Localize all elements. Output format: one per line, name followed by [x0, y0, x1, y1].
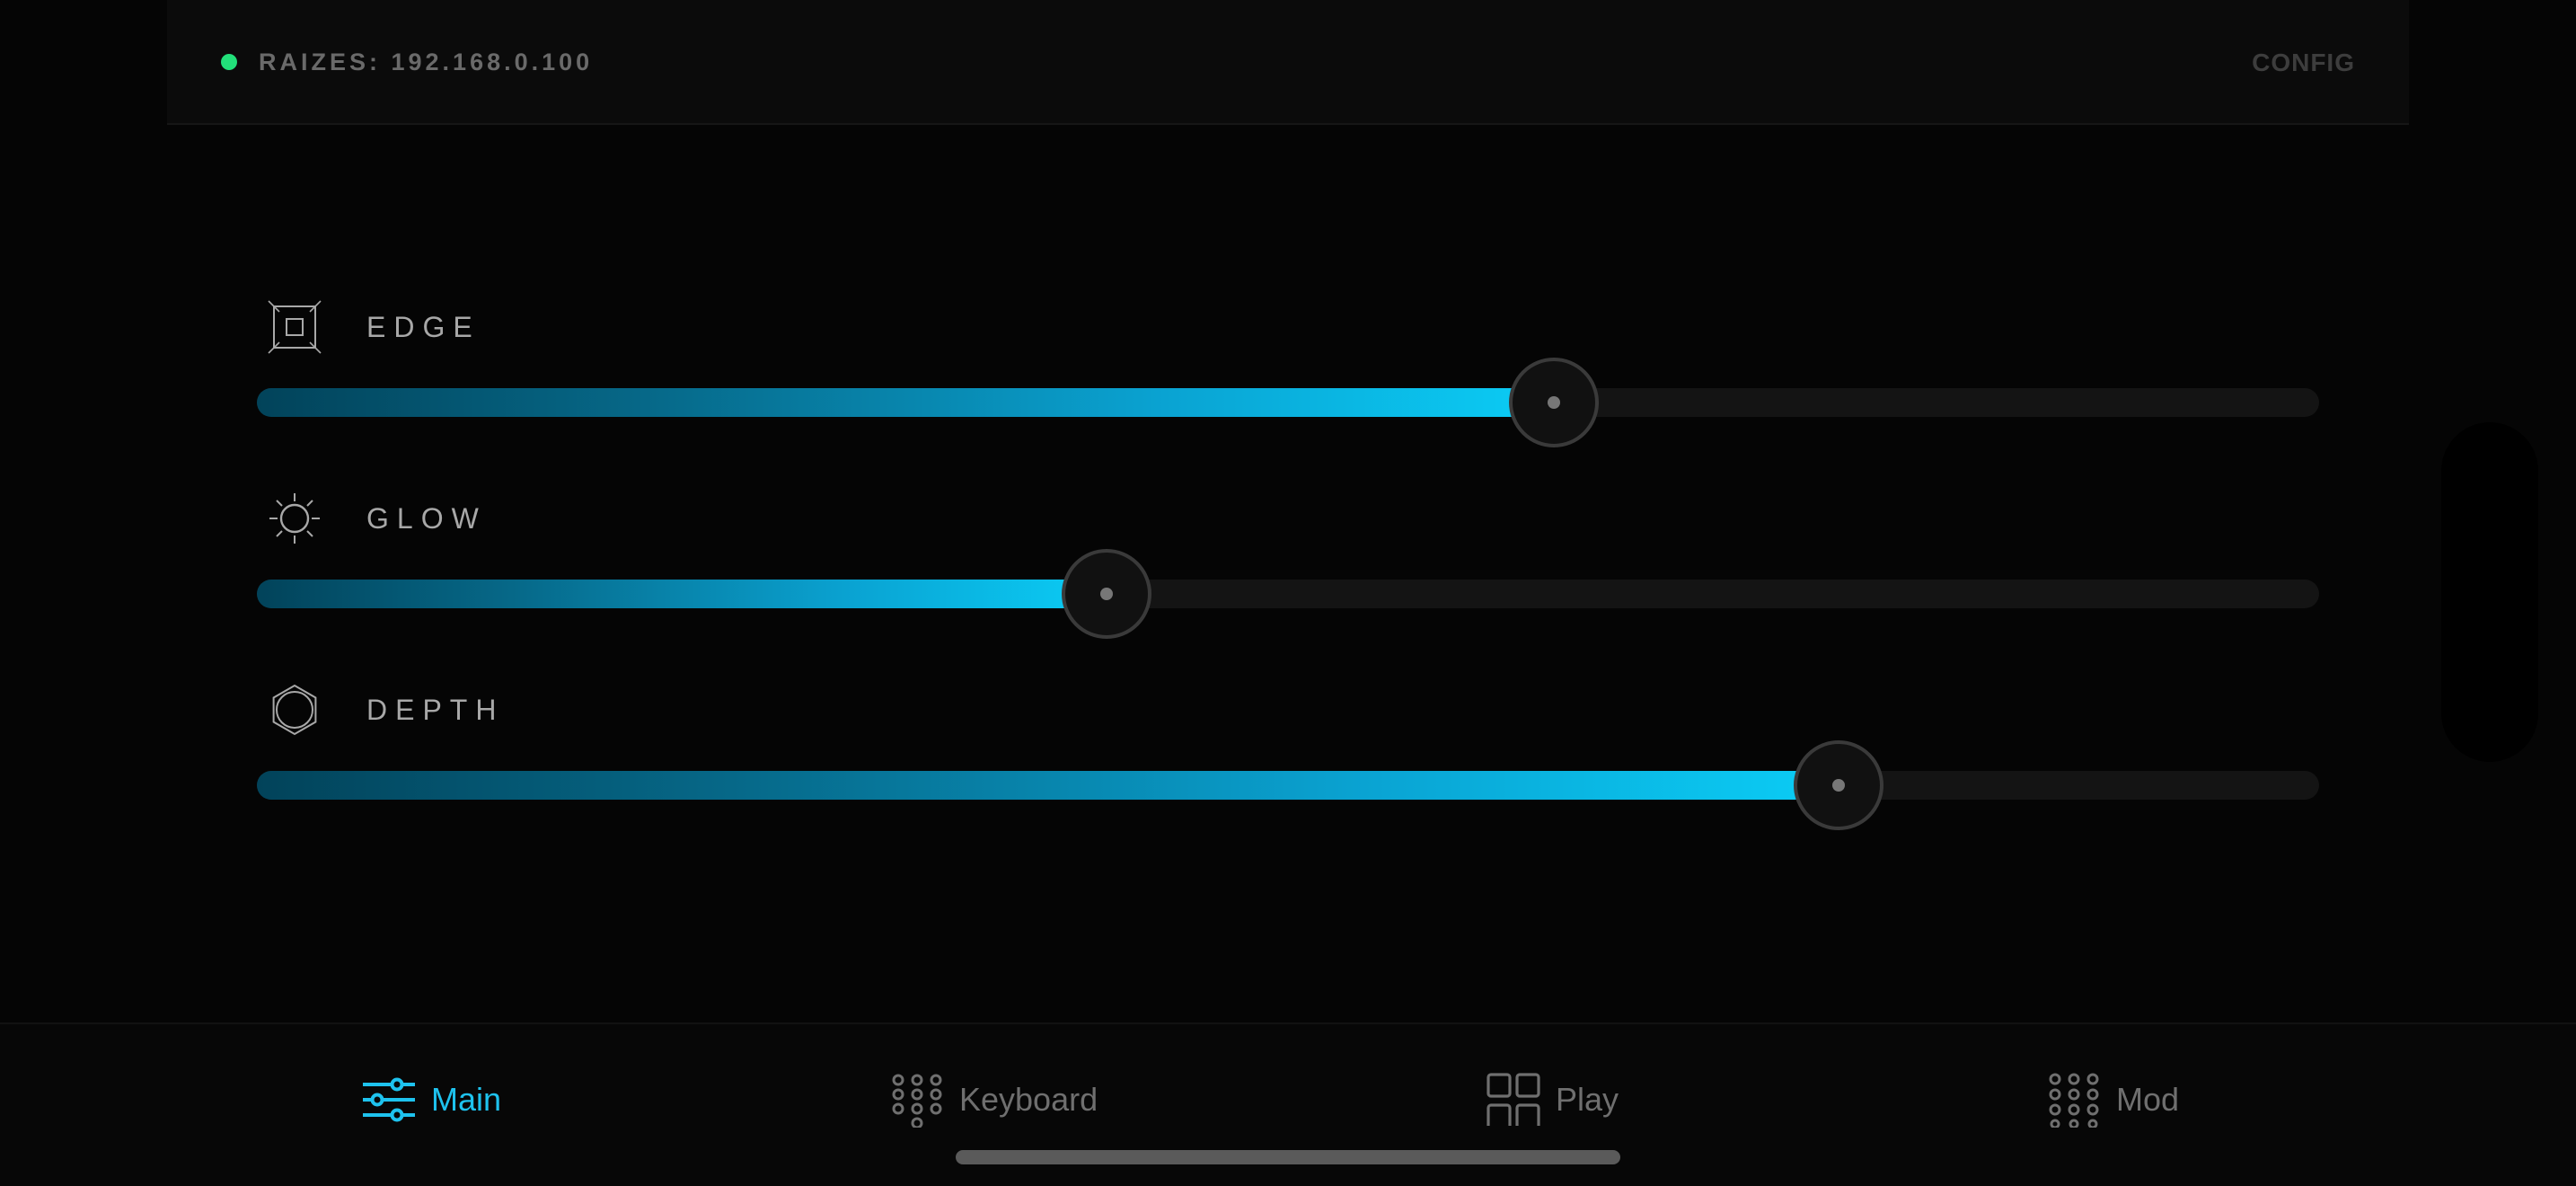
- glow-label: GLOW: [366, 502, 487, 535]
- tab-keyboard-label: Keyboard: [959, 1081, 1098, 1118]
- config-button[interactable]: CONFIG: [2252, 49, 2355, 77]
- tab-mod-label: Mod: [2116, 1081, 2180, 1118]
- app-screen: RAIZES: 192.168.0.100 CONFIG EDGE GLOW D…: [0, 0, 2576, 1186]
- tab-keyboard[interactable]: Keyboard: [889, 1071, 1098, 1128]
- square-frame-icon: [268, 300, 322, 354]
- home-indicator: [956, 1150, 1620, 1164]
- glow-slider-fill: [257, 580, 1107, 608]
- grid-icon: [1486, 1073, 1540, 1126]
- sliders-icon: [363, 1077, 415, 1122]
- tab-main-label: Main: [431, 1081, 502, 1118]
- keypad-icon: [892, 1074, 942, 1128]
- depth-slider-track[interactable]: [257, 740, 2319, 830]
- hexagon-icon: [272, 684, 317, 736]
- depth-slider-fill: [257, 771, 1839, 800]
- tab-mod[interactable]: Mod: [2046, 1071, 2179, 1128]
- tab-play[interactable]: Play: [1486, 1071, 1619, 1128]
- connection-label: RAIZES: 192.168.0.100: [259, 49, 594, 75]
- tab-main[interactable]: Main: [361, 1071, 501, 1128]
- glow-slider-track[interactable]: [257, 549, 2319, 639]
- sun-icon: [269, 493, 320, 544]
- side-handle[interactable]: [2441, 422, 2538, 762]
- edge-slider-knob[interactable]: [1509, 358, 1600, 447]
- connection-status-dot: [221, 54, 237, 70]
- depth-label: DEPTH: [366, 694, 505, 726]
- edge-label: EDGE: [366, 311, 481, 343]
- edge-slider-fill: [257, 388, 1555, 417]
- tab-play-label: Play: [1556, 1081, 1619, 1118]
- glow-slider-knob[interactable]: [1061, 549, 1151, 639]
- depth-slider-knob[interactable]: [1794, 740, 1884, 830]
- edge-slider-track[interactable]: [257, 358, 2319, 447]
- dots-grid-icon: [2049, 1073, 2099, 1128]
- connection-header: RAIZES: 192.168.0.100 CONFIG: [167, 0, 2409, 125]
